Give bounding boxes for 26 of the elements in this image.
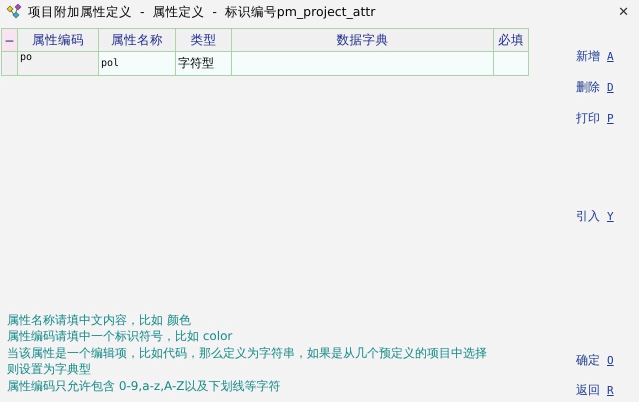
column-header[interactable]: 必填	[494, 28, 528, 52]
hint-text: 属性编码请填中一个标识符号，比如 color	[7, 328, 234, 344]
action-button[interactable]: 打印 P	[576, 111, 614, 125]
column-header[interactable]: 数据字典	[232, 28, 494, 52]
hint-text: 则设置为字典型	[7, 361, 92, 378]
action-button[interactable]: 返回 R	[576, 383, 614, 397]
action-button[interactable]: 新增 A	[576, 49, 614, 63]
action-button[interactable]: 引入 Y	[576, 209, 614, 223]
hint-text: 当该属性是一个编辑项，比如代码，那么定义为字符串，如果是从几个预定义的项目中选择	[7, 344, 488, 361]
row-header[interactable]	[2, 52, 18, 76]
action-button[interactable]: 删除 D	[576, 80, 614, 94]
table-cell[interactable]	[494, 52, 528, 76]
collapse-button[interactable]: −	[2, 28, 18, 52]
column-header[interactable]: 类型	[176, 28, 232, 52]
close-icon[interactable]: ✕	[618, 4, 629, 20]
table-cell[interactable]: pol	[98, 52, 176, 76]
column-header[interactable]: 属性编码	[18, 28, 98, 52]
hint-text: 属性名称请填中文内容，比如 颜色	[7, 312, 192, 328]
table-cell[interactable]	[232, 52, 494, 76]
hint-text: 属性编码只允许包含 0-9,a-z,A-Z以及下划线等字符	[7, 378, 282, 394]
table-cell[interactable]: po	[18, 52, 98, 76]
window-title: 项目附加属性定义 - 属性定义 - 标识编号pm_project_attr	[28, 4, 376, 20]
table-cell[interactable]: 字符型	[176, 52, 232, 76]
column-header[interactable]: 属性名称	[98, 28, 176, 52]
app-icon	[6, 4, 22, 20]
action-button[interactable]: 确定 O	[576, 353, 614, 367]
